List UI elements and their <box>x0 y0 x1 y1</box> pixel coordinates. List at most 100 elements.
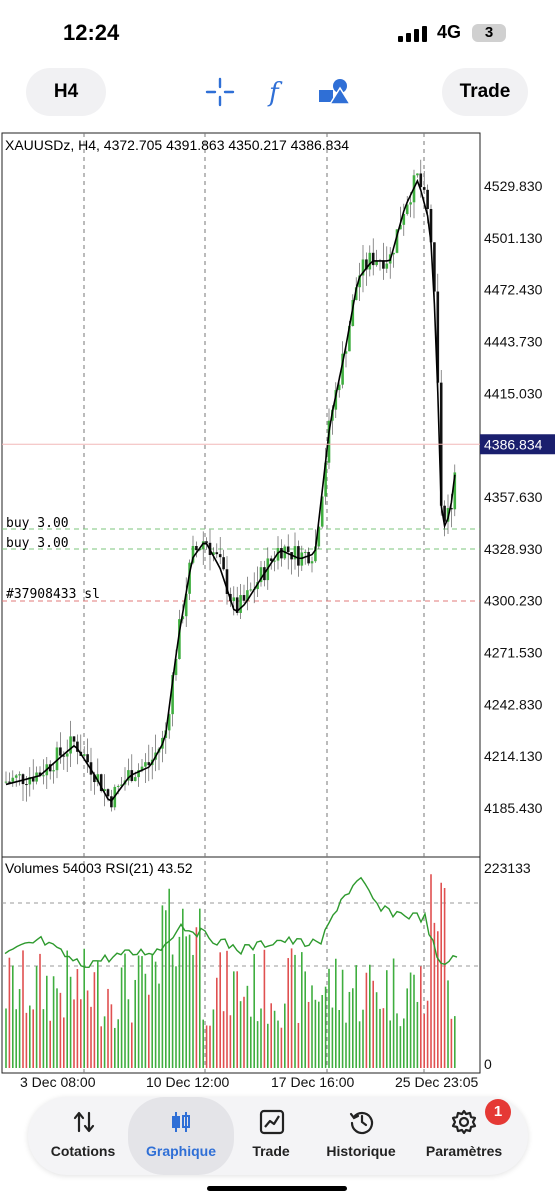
price-tick-label: 4357.630 <box>484 489 543 505</box>
candle-body <box>422 187 426 190</box>
candle-body <box>242 595 246 601</box>
chart-header: XAUUSDz, H4, 4372.705 4391.863 4350.217 … <box>5 137 350 153</box>
tab-label: Cotations <box>50 1143 116 1159</box>
candle-body <box>18 774 21 776</box>
price-tick-label: 4501.130 <box>484 230 543 246</box>
candlestick-icon <box>172 1112 190 1132</box>
price-tick-label: 4271.530 <box>484 645 543 661</box>
home-indicator <box>207 1186 347 1191</box>
timeframe-button[interactable]: H4 <box>26 68 106 116</box>
status-bar: 12:24 4G 3 <box>0 0 555 60</box>
candle-body <box>205 541 208 543</box>
date-axis-label: 3 Dec 08:00 <box>20 1074 96 1090</box>
cellular-signal-icon <box>398 26 427 42</box>
gear-icon <box>451 1109 477 1135</box>
candle-body <box>310 561 314 564</box>
candle-body <box>116 785 120 787</box>
candle-body <box>8 781 11 783</box>
bottom-tab-bar: Cotations Graphique Trade Historique 1 P… <box>28 1097 528 1175</box>
price-tick-label: 4472.430 <box>484 282 543 298</box>
candle-body <box>232 597 236 602</box>
price-tick-label: 4328.930 <box>484 541 543 557</box>
date-axis-label: 17 Dec 16:00 <box>271 1074 354 1090</box>
candle-body <box>65 753 69 757</box>
candle-body <box>59 747 62 756</box>
order-label-buy-1[interactable]: buy 3.00 <box>6 516 69 531</box>
volume-tick-label: 0 <box>484 1056 492 1072</box>
candle-body <box>297 546 300 566</box>
history-clock-icon <box>349 1111 374 1135</box>
candle-body <box>110 796 113 808</box>
candle-body <box>82 754 86 756</box>
notification-badge: 1 <box>485 1099 511 1125</box>
order-label-sl[interactable]: #37908433 sl <box>6 587 100 602</box>
price-tick-label: 4185.430 <box>484 800 543 816</box>
date-axis-label: 25 Dec 23:05 <box>395 1074 478 1090</box>
updown-arrows-icon <box>73 1111 95 1133</box>
tab-historique[interactable]: Historique <box>311 1097 411 1175</box>
candle-body <box>307 551 310 564</box>
candles-group <box>4 159 457 812</box>
candle-body <box>25 784 28 786</box>
candle-body <box>11 777 15 782</box>
tab-label: Trade <box>252 1143 290 1159</box>
price-tick-label: 4443.730 <box>484 334 543 350</box>
date-axis-label: 10 Dec 12:00 <box>146 1074 229 1090</box>
status-time: 12:24 <box>63 20 120 45</box>
candle-body <box>368 252 372 270</box>
candle-body <box>280 548 283 559</box>
function-icon[interactable]: f <box>260 74 296 110</box>
tab-label: Graphique <box>145 1143 216 1159</box>
trade-button[interactable]: Trade <box>442 68 528 116</box>
candle-body <box>4 781 8 783</box>
current-price-label: 4386.834 <box>484 436 543 452</box>
candle-body <box>42 775 45 777</box>
candle-body <box>286 546 290 553</box>
price-chart[interactable]: 4529.830 4501.130 4472.430 4443.730 4415.030… <box>0 130 555 1090</box>
price-tick-label: 4415.030 <box>484 385 543 401</box>
trend-chart-icon <box>259 1109 285 1135</box>
tab-label: Paramètres <box>425 1143 503 1159</box>
candle-body <box>215 552 219 555</box>
candle-body <box>133 777 137 782</box>
svg-text:f: f <box>267 78 283 108</box>
candle-body <box>195 545 198 551</box>
candle-body <box>69 736 72 754</box>
tab-parametres[interactable]: 1 Paramètres <box>413 1097 515 1175</box>
tab-cotations[interactable]: Cotations <box>33 1097 133 1175</box>
candle-body <box>86 754 89 763</box>
volume-header: Volumes 54003 RSI(21) 43.52 <box>5 860 193 876</box>
candle-body <box>106 789 110 797</box>
rsi-line <box>4 876 458 969</box>
shapes-icon[interactable] <box>316 74 352 110</box>
order-label-buy-2[interactable]: buy 3.00 <box>6 536 69 551</box>
candle-body <box>52 770 55 772</box>
tab-trade[interactable]: Trade <box>221 1097 321 1175</box>
tab-graphique[interactable]: Graphique <box>128 1097 234 1175</box>
candle-body <box>382 260 385 269</box>
candle-body <box>218 554 222 558</box>
candle-body <box>303 551 307 553</box>
price-tick-label: 4529.830 <box>484 178 543 194</box>
candle-body <box>416 173 419 176</box>
battery-icon: 3 <box>472 24 506 42</box>
price-tick-label: 4242.830 <box>484 696 543 712</box>
price-tick-label: 4214.130 <box>484 748 543 764</box>
candle-body <box>419 173 423 188</box>
candle-body <box>249 589 253 591</box>
candle-body <box>426 189 429 210</box>
network-type: 4G <box>437 22 462 42</box>
moving-average-line <box>5 178 456 802</box>
candle-body <box>222 557 225 570</box>
chart-toolbar: H4 f Trade <box>0 60 555 128</box>
candle-body <box>409 202 412 205</box>
candle-body <box>371 252 375 266</box>
price-tick-label: 4300.230 <box>484 593 543 609</box>
crosshair-icon[interactable] <box>202 74 238 110</box>
candle-body <box>144 762 147 767</box>
volume-tick-label: 223133 <box>484 860 531 876</box>
tab-label: Historique <box>326 1143 396 1159</box>
candle-body <box>72 736 76 742</box>
candle-body <box>375 261 378 266</box>
candle-body <box>239 595 242 613</box>
